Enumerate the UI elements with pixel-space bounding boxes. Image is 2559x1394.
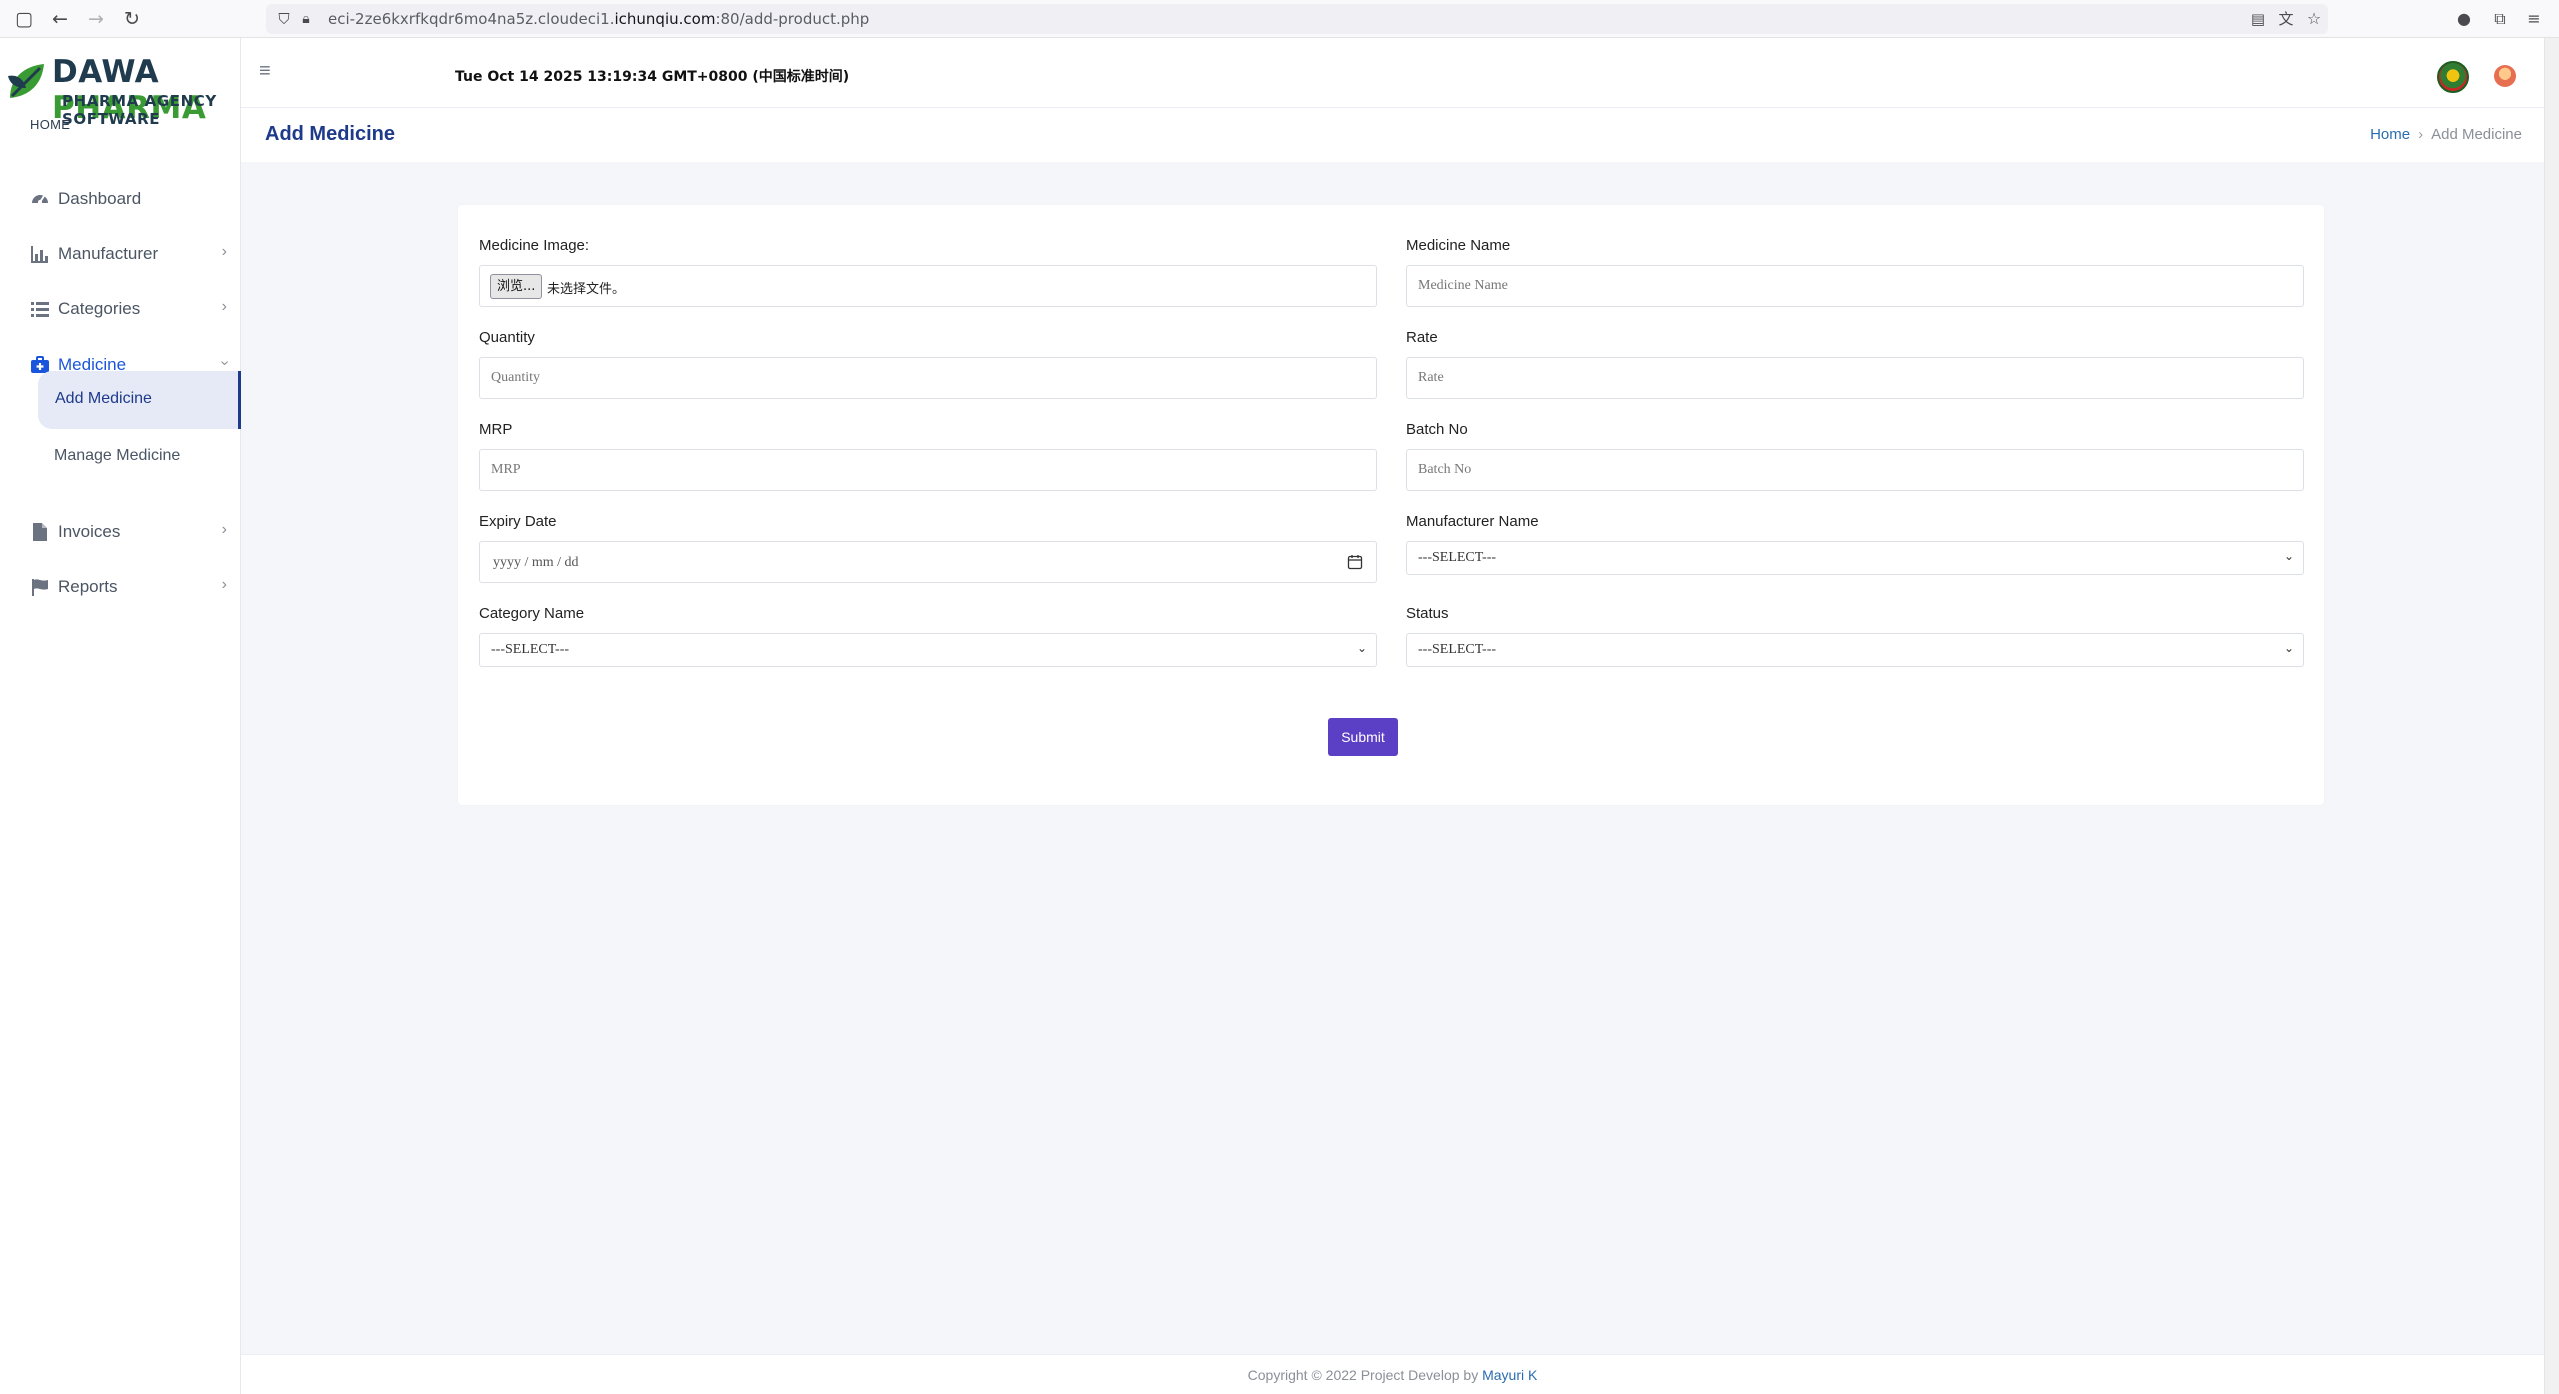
breadcrumb-separator-icon: › bbox=[2418, 126, 2424, 143]
footer: Copyright © 2022 Project Develop by Mayu… bbox=[241, 1354, 2544, 1394]
sidebar-subitem-add-medicine[interactable]: Add Medicine bbox=[38, 371, 241, 429]
sidebar-item-invoices[interactable]: Invoices › bbox=[0, 509, 241, 555]
manufacturer-select-value: ---SELECT--- bbox=[1418, 550, 1497, 565]
reader-view-icon[interactable]: ▤ bbox=[2246, 7, 2270, 31]
mrp-input[interactable] bbox=[479, 449, 1377, 491]
top-header: ≡ Tue Oct 14 2025 13:19:34 GMT+0800 (中国标… bbox=[241, 38, 2544, 108]
chevron-down-icon: ⌄ bbox=[2283, 549, 2294, 563]
url-bar[interactable]: ⛉ 🔒︎ eci-2ze6kxrfkqdr6mo4na5z.cloudeci1.… bbox=[266, 4, 2328, 34]
page-title-bar: Add Medicine Home › Add Medicine bbox=[241, 108, 2544, 162]
add-medicine-form: Medicine Image: 浏览... 未选择文件。 Medicine Na… bbox=[458, 205, 2324, 805]
batch-no-input[interactable] bbox=[1406, 449, 2304, 491]
chevron-down-icon: ⌄ bbox=[1356, 641, 1367, 655]
medicine-name-input[interactable] bbox=[1406, 265, 2304, 307]
medicine-image-input[interactable]: 浏览... 未选择文件。 bbox=[479, 265, 1377, 307]
sidebar-heading: HOME bbox=[30, 117, 71, 132]
category-select-value: ---SELECT--- bbox=[491, 642, 570, 657]
sidebar-item-manufacturer[interactable]: Manufacturer › bbox=[0, 231, 241, 277]
quantity-input[interactable] bbox=[479, 357, 1377, 399]
account-icon[interactable]: ● bbox=[2452, 7, 2476, 31]
author-link[interactable]: Mayuri K bbox=[1482, 1367, 1537, 1383]
flag-icon bbox=[32, 579, 48, 596]
sidebar-item-reports[interactable]: Reports › bbox=[0, 564, 241, 610]
status-select-value: ---SELECT--- bbox=[1418, 642, 1497, 657]
expiry-date-label: Expiry Date bbox=[479, 513, 557, 530]
category-select[interactable]: ---SELECT--- ⌄ bbox=[479, 633, 1377, 667]
batch-no-label: Batch No bbox=[1406, 421, 1468, 438]
url-text: eci-2ze6kxrfkqdr6mo4na5z.cloudeci1.ichun… bbox=[328, 10, 870, 28]
menu-icon[interactable]: ≡ bbox=[2522, 7, 2546, 31]
no-file-text: 未选择文件。 bbox=[547, 282, 626, 297]
list-icon bbox=[31, 302, 49, 317]
hamburger-icon[interactable]: ≡ bbox=[259, 60, 271, 83]
sidebar-item-label: Manufacturer bbox=[58, 244, 159, 263]
user-avatar[interactable] bbox=[2494, 65, 2516, 87]
shield-icon: ⛉ bbox=[278, 10, 290, 28]
page-scrollbar[interactable] bbox=[2544, 38, 2559, 1394]
submit-button[interactable]: Submit bbox=[1328, 718, 1398, 756]
extensions-icon[interactable]: ⧉ bbox=[2488, 7, 2512, 31]
chevron-right-icon: › bbox=[221, 298, 227, 315]
sidebar-item-label: Reports bbox=[58, 577, 118, 596]
chart-icon bbox=[31, 246, 48, 263]
back-icon[interactable]: ← bbox=[48, 7, 72, 31]
file-icon bbox=[33, 523, 47, 541]
breadcrumb-current: Add Medicine bbox=[2431, 126, 2522, 143]
sidebar-item-label: Dashboard bbox=[58, 189, 142, 208]
expiry-date-input[interactable]: yyyy / mm / dd bbox=[479, 541, 1377, 583]
brand-logo[interactable]: DAWA PHARMA PHARMA AGENCY SOFTWARE bbox=[0, 48, 241, 128]
manufacturer-name-label: Manufacturer Name bbox=[1406, 513, 1539, 530]
manufacturer-select[interactable]: ---SELECT--- ⌄ bbox=[1406, 541, 2304, 575]
status-label: Status bbox=[1406, 605, 1449, 622]
status-select[interactable]: ---SELECT--- ⌄ bbox=[1406, 633, 2304, 667]
page-title: Add Medicine bbox=[265, 123, 396, 145]
chevron-right-icon: › bbox=[221, 521, 227, 538]
dashboard-icon bbox=[32, 195, 48, 204]
leaf-logo-icon bbox=[8, 64, 44, 98]
chevron-down-icon: ⌄ bbox=[2283, 641, 2294, 655]
browser-toolbar: ▢ ← → ↻ ⛉ 🔒︎ eci-2ze6kxrfkqdr6mo4na5z.cl… bbox=[0, 0, 2559, 38]
sidebar-item-label: Invoices bbox=[58, 522, 121, 541]
translate-icon[interactable]: 文 bbox=[2274, 7, 2298, 31]
sidebar-subitem-manage-medicine[interactable]: Manage Medicine bbox=[38, 428, 241, 486]
sidebar-item-dashboard[interactable]: Dashboard bbox=[0, 176, 241, 222]
bookmark-star-icon[interactable]: ☆ bbox=[2302, 7, 2326, 31]
current-datetime: Tue Oct 14 2025 13:19:34 GMT+0800 (中国标准时… bbox=[455, 69, 850, 85]
sidebar-subitem-label: Add Medicine bbox=[55, 390, 152, 407]
mrp-label: MRP bbox=[479, 421, 513, 438]
sidebar: DAWA PHARMA PHARMA AGENCY SOFTWARE HOME … bbox=[0, 38, 241, 1394]
medicine-name-label: Medicine Name bbox=[1406, 237, 1511, 254]
chevron-right-icon: › bbox=[221, 243, 227, 260]
lock-icon: 🔒︎ bbox=[302, 11, 310, 27]
sidebar-item-categories[interactable]: Categories › bbox=[0, 286, 241, 332]
rate-label: Rate bbox=[1406, 329, 1438, 346]
sidebar-item-label: Categories bbox=[58, 299, 141, 318]
chevron-down-icon: › bbox=[216, 360, 234, 366]
brand-tagline: PHARMA AGENCY SOFTWARE bbox=[62, 92, 217, 128]
chevron-right-icon: › bbox=[221, 576, 227, 593]
quantity-label: Quantity bbox=[479, 329, 535, 346]
browse-button[interactable]: 浏览... bbox=[490, 274, 543, 299]
sidebar-subitem-label: Manage Medicine bbox=[54, 447, 181, 464]
reload-icon[interactable]: ↻ bbox=[120, 7, 144, 31]
breadcrumb-home-link[interactable]: Home bbox=[2370, 126, 2410, 143]
rate-input[interactable] bbox=[1406, 357, 2304, 399]
language-flag-icon[interactable] bbox=[2437, 61, 2469, 93]
medicine-image-label: Medicine Image: bbox=[479, 237, 590, 254]
forward-icon[interactable]: → bbox=[84, 7, 108, 31]
tab-icon[interactable]: ▢ bbox=[12, 7, 36, 31]
expiry-date-placeholder: yyyy / mm / dd bbox=[493, 555, 579, 570]
copyright-text: Copyright © 2022 Project Develop by Mayu… bbox=[1247, 1367, 1538, 1383]
breadcrumb: Home › Add Medicine bbox=[2370, 126, 2522, 143]
calendar-icon[interactable] bbox=[1347, 554, 1363, 570]
category-name-label: Category Name bbox=[479, 605, 585, 622]
